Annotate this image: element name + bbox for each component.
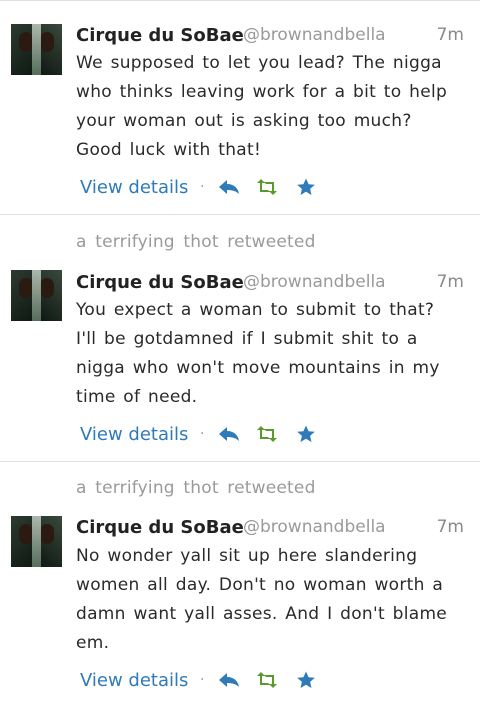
reply-arrow-icon[interactable] — [218, 178, 240, 196]
tweet-text: You expect a woman to submit to that? I'… — [76, 300, 440, 407]
reply-arrow-icon[interactable] — [218, 425, 240, 443]
timestamp: 7m — [436, 25, 464, 45]
author-name[interactable]: Cirque du SoBae — [76, 517, 244, 538]
avatar[interactable] — [11, 516, 62, 567]
timestamp: 7m — [436, 517, 464, 537]
reply-arrow-icon[interactable] — [218, 671, 240, 689]
avatar[interactable] — [11, 270, 62, 321]
tweet-item[interactable]: Cirque du SoBae @brownandbella 7m We sup… — [0, 0, 480, 214]
tweet-text: We supposed to let you lead? The nigga w… — [76, 53, 448, 160]
star-icon[interactable] — [295, 671, 317, 689]
view-details-link[interactable]: View details — [80, 424, 188, 445]
author-handle[interactable]: @brownandbella — [243, 517, 386, 537]
tweet-text: No wonder yall sit up here slandering wo… — [76, 546, 448, 653]
view-details-link[interactable]: View details — [80, 670, 188, 691]
author-handle[interactable]: @brownandbella — [243, 272, 386, 292]
separator-dot: · — [200, 426, 205, 442]
tweet-item[interactable]: a terrifying thot retweeted Cirque du So… — [0, 215, 480, 461]
timestamp: 7m — [436, 272, 464, 292]
view-details-link[interactable]: View details — [80, 177, 188, 198]
retweet-icon[interactable] — [256, 178, 278, 196]
author-handle[interactable]: @brownandbella — [243, 25, 386, 45]
star-icon[interactable] — [295, 425, 317, 443]
retweet-icon[interactable] — [256, 671, 278, 689]
author-name[interactable]: Cirque du SoBae — [76, 272, 244, 293]
retweeted-by: a terrifying thot retweeted — [76, 478, 316, 498]
tweet-item[interactable]: a terrifying thot retweeted Cirque du So… — [0, 462, 480, 701]
author-name[interactable]: Cirque du SoBae — [76, 25, 244, 46]
retweeted-by: a terrifying thot retweeted — [76, 232, 316, 252]
separator-dot: · — [200, 179, 205, 195]
retweet-icon[interactable] — [256, 425, 278, 443]
avatar[interactable] — [11, 24, 62, 75]
separator-dot: · — [200, 672, 205, 688]
star-icon[interactable] — [295, 178, 317, 196]
